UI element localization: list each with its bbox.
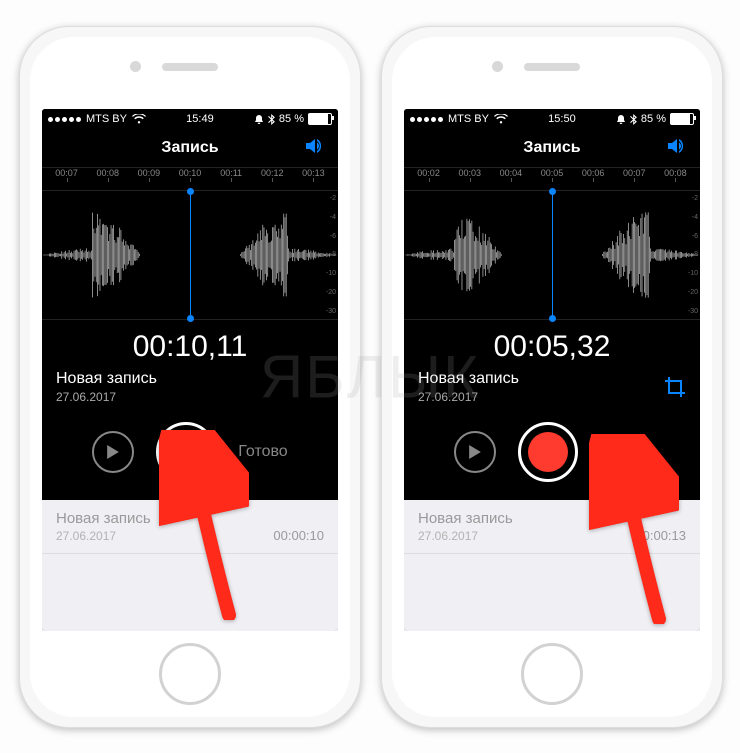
recording-info: Новая запись 27.06.2017 [42, 370, 338, 414]
ruler-tick: 00:12 [252, 168, 293, 178]
list-item-date: 27.06.2017 [56, 529, 151, 543]
ruler-tick: 00:02 [408, 168, 449, 178]
ruler-tick: 00:11 [211, 168, 252, 178]
screen: MTS BY 15:49 85 % Запись 00:0700:0800:09… [42, 109, 338, 631]
recording-info: Новая запись 27.06.2017 [404, 370, 700, 414]
home-button[interactable] [521, 643, 583, 705]
controls: Готово [404, 414, 700, 500]
ruler-tick: 00:10 [169, 168, 210, 178]
play-button[interactable] [92, 431, 134, 473]
alarm-icon [616, 114, 626, 124]
db-scale: -2-4-6-8-10-20-30 [326, 195, 336, 315]
recordings-list[interactable]: Новая запись 27.06.2017 00:00:10 [42, 500, 338, 631]
list-item[interactable]: Новая запись 27.06.2017 00:00:13 [404, 500, 700, 554]
phone-camera [492, 61, 503, 72]
ruler-tick: 00:06 [573, 168, 614, 178]
bluetooth-icon [268, 114, 275, 125]
done-button[interactable]: Готово [600, 443, 649, 461]
playhead[interactable] [552, 191, 553, 319]
list-item-name: Новая запись [418, 510, 513, 527]
play-button[interactable] [454, 431, 496, 473]
list-item-duration: 00:00:13 [635, 528, 686, 543]
stop-button[interactable] [156, 422, 216, 482]
nav-title: Запись [161, 139, 218, 157]
battery-icon [670, 113, 694, 125]
nav-bar: Запись [42, 129, 338, 168]
ruler-tick: 00:05 [531, 168, 572, 178]
playhead[interactable] [190, 191, 191, 319]
list-item[interactable]: Новая запись 27.06.2017 00:00:10 [42, 500, 338, 554]
phone-right: MTS BY 15:50 85 % Запись 00:0200:0300:04… [381, 26, 723, 728]
recording-name[interactable]: Новая запись [418, 370, 686, 388]
done-button: Готово [238, 443, 287, 461]
status-bar: MTS BY 15:50 85 % [404, 109, 700, 129]
carrier-label: MTS BY [448, 113, 489, 125]
ruler-tick: 00:09 [128, 168, 169, 178]
screen: MTS BY 15:50 85 % Запись 00:0200:0300:04… [404, 109, 700, 631]
phone-camera [130, 61, 141, 72]
recording-date: 27.06.2017 [56, 390, 324, 404]
bluetooth-icon [630, 114, 637, 125]
wifi-icon [494, 114, 508, 124]
record-button[interactable] [518, 422, 578, 482]
phone-speaker [524, 63, 580, 71]
waveform[interactable]: -2-4-6-8-10-20-30 [42, 191, 338, 320]
ruler-tick: 00:03 [449, 168, 490, 178]
ruler-tick: 00:07 [46, 168, 87, 178]
timer: 00:05,32 [404, 320, 700, 370]
ruler-tick: 00:13 [293, 168, 334, 178]
db-scale: -2-4-6-8-10-20-30 [688, 195, 698, 315]
nav-bar: Запись [404, 129, 700, 168]
clock: 15:50 [508, 113, 616, 125]
recordings-list[interactable]: Новая запись 27.06.2017 00:00:13 [404, 500, 700, 631]
ruler-tick: 00:04 [490, 168, 531, 178]
home-button[interactable] [159, 643, 221, 705]
battery-pct: 85 % [279, 113, 304, 125]
wifi-icon [132, 114, 146, 124]
list-item-name: Новая запись [56, 510, 151, 527]
speaker-button[interactable] [668, 137, 690, 160]
timer: 00:10,11 [42, 320, 338, 370]
signal-icon [410, 117, 443, 122]
battery-pct: 85 % [641, 113, 666, 125]
phone-left: MTS BY 15:49 85 % Запись 00:0700:0800:09… [19, 26, 361, 728]
ruler-tick: 00:08 [655, 168, 696, 178]
phone-speaker [162, 63, 218, 71]
carrier-label: MTS BY [86, 113, 127, 125]
stage: ЯБЛЫК MTS BY 15:49 85 % Запись 00:0700:0… [0, 0, 740, 753]
list-item-duration: 00:00:10 [273, 528, 324, 543]
status-bar: MTS BY 15:49 85 % [42, 109, 338, 129]
battery-icon [308, 113, 332, 125]
list-item-date: 27.06.2017 [418, 529, 513, 543]
recording-date: 27.06.2017 [418, 390, 686, 404]
signal-icon [48, 117, 81, 122]
clock: 15:49 [146, 113, 254, 125]
ruler-tick: 00:07 [614, 168, 655, 178]
ruler-tick: 00:08 [87, 168, 128, 178]
crop-button[interactable] [664, 376, 686, 403]
alarm-icon [254, 114, 264, 124]
speaker-button[interactable] [306, 137, 328, 160]
waveform[interactable]: -2-4-6-8-10-20-30 [404, 191, 700, 320]
nav-title: Запись [523, 139, 580, 157]
controls: Готово [42, 414, 338, 500]
recording-name[interactable]: Новая запись [56, 370, 324, 388]
